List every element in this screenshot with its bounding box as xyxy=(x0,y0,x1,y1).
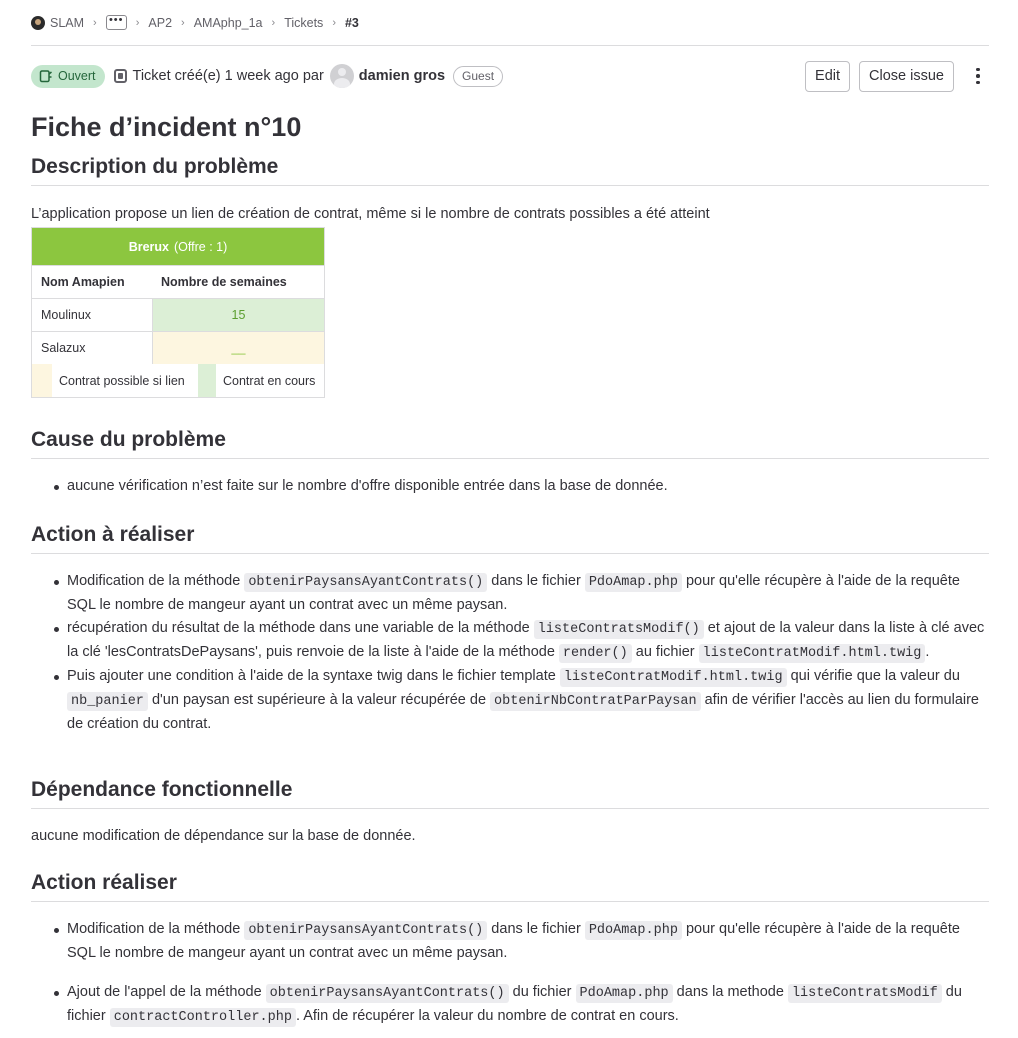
section-heading: Action réaliser xyxy=(31,871,989,902)
breadcrumb-item-tickets[interactable]: Tickets xyxy=(284,16,323,30)
chevron-right-icon: › xyxy=(93,16,97,29)
section-description: Description du problème L’application pr… xyxy=(31,155,989,398)
group-avatar xyxy=(31,15,45,30)
table-row: Moulinux 15 xyxy=(32,298,324,331)
list-item: Modification de la méthode obtenirPaysan… xyxy=(54,918,989,965)
issue-header: Ouvert Ticket créé(e) 1 week ago par dam… xyxy=(31,46,989,106)
issue-page: SLAM › ••• › AP2 › AMAphp_1a › Tickets ›… xyxy=(0,0,1018,1038)
chevron-right-icon: › xyxy=(271,16,276,29)
embedded-table-image: Brerux (Offre : 1) Nom Amapien Nombre de … xyxy=(31,227,325,398)
list-item: Puis ajouter une condition à l'aide de l… xyxy=(54,665,989,736)
chevron-right-icon: › xyxy=(181,16,185,29)
section-dependance: Dépendance fonctionnelle aucune modifica… xyxy=(31,778,989,848)
list-item: Modification de la méthode obtenirPaysan… xyxy=(54,570,989,617)
breadcrumb-item-group[interactable]: SLAM xyxy=(31,15,84,30)
section-heading: Dépendance fonctionnelle xyxy=(31,778,989,809)
header-actions: Edit Close issue xyxy=(796,60,989,92)
table-row: Salazux __ xyxy=(32,331,324,364)
edit-button[interactable]: Edit xyxy=(805,60,851,92)
section-action-done: Action réaliser Modification de la métho… xyxy=(31,871,989,1029)
legend-swatch-possible xyxy=(32,364,52,397)
action-done-list: Modification de la méthode obtenirPaysan… xyxy=(31,918,989,1029)
section-heading: Action à réaliser xyxy=(31,523,989,554)
breadcrumb-ellipsis-button[interactable]: ••• xyxy=(105,15,127,30)
breadcrumb: SLAM › ••• › AP2 › AMAphp_1a › Tickets ›… xyxy=(31,0,989,46)
cause-list: aucune vérification n’est faite sur le n… xyxy=(31,475,989,498)
breadcrumb-item-project[interactable]: AMAphp_1a xyxy=(194,16,263,30)
action-list: Modification de la méthode obtenirPaysan… xyxy=(31,570,989,736)
issue-meta: Ticket créé(e) 1 week ago par damien gro… xyxy=(113,64,504,88)
close-issue-button[interactable]: Close issue xyxy=(859,60,954,92)
chevron-right-icon: › xyxy=(135,16,140,29)
dependance-text: aucune modification de dépendance sur la… xyxy=(31,828,416,844)
role-badge: Guest xyxy=(453,65,504,87)
section-heading: Cause du problème xyxy=(31,428,989,459)
more-actions-icon[interactable] xyxy=(967,61,989,91)
breadcrumb-item-current[interactable]: #3 xyxy=(345,16,359,30)
author-link[interactable]: damien gros xyxy=(359,68,445,84)
issue-open-icon xyxy=(39,70,52,83)
status-label: Ouvert xyxy=(58,69,96,83)
list-item: aucune vérification n’est faite sur le n… xyxy=(54,475,989,498)
table-title: Brerux (Offre : 1) xyxy=(32,228,324,265)
list-item: Ajout de l'appel de la méthode obtenirPa… xyxy=(54,981,989,1029)
section-cause: Cause du problème aucune vérification n’… xyxy=(31,428,989,498)
list-item: récupération du résultat de la méthode d… xyxy=(54,617,989,665)
created-text: Ticket créé(e) 1 week ago par xyxy=(132,68,324,84)
chevron-right-icon: › xyxy=(332,16,336,29)
author-avatar[interactable] xyxy=(329,64,354,88)
status-badge: Ouvert xyxy=(31,64,105,88)
section-heading: Description du problème xyxy=(31,155,989,186)
breadcrumb-item-subgroup[interactable]: AP2 xyxy=(148,16,172,30)
section-action: Action à réaliser Modification de la mét… xyxy=(31,523,989,736)
ticket-icon xyxy=(113,69,127,83)
page-title: Fiche d’incident n°10 xyxy=(31,112,302,142)
table-header-row: Nom Amapien Nombre de semaines xyxy=(32,265,324,298)
legend-swatch-current xyxy=(198,364,216,397)
table-legend: Contrat possible si lien Contrat en cour… xyxy=(32,364,324,397)
description-text: L’application propose un lien de créatio… xyxy=(31,206,710,222)
